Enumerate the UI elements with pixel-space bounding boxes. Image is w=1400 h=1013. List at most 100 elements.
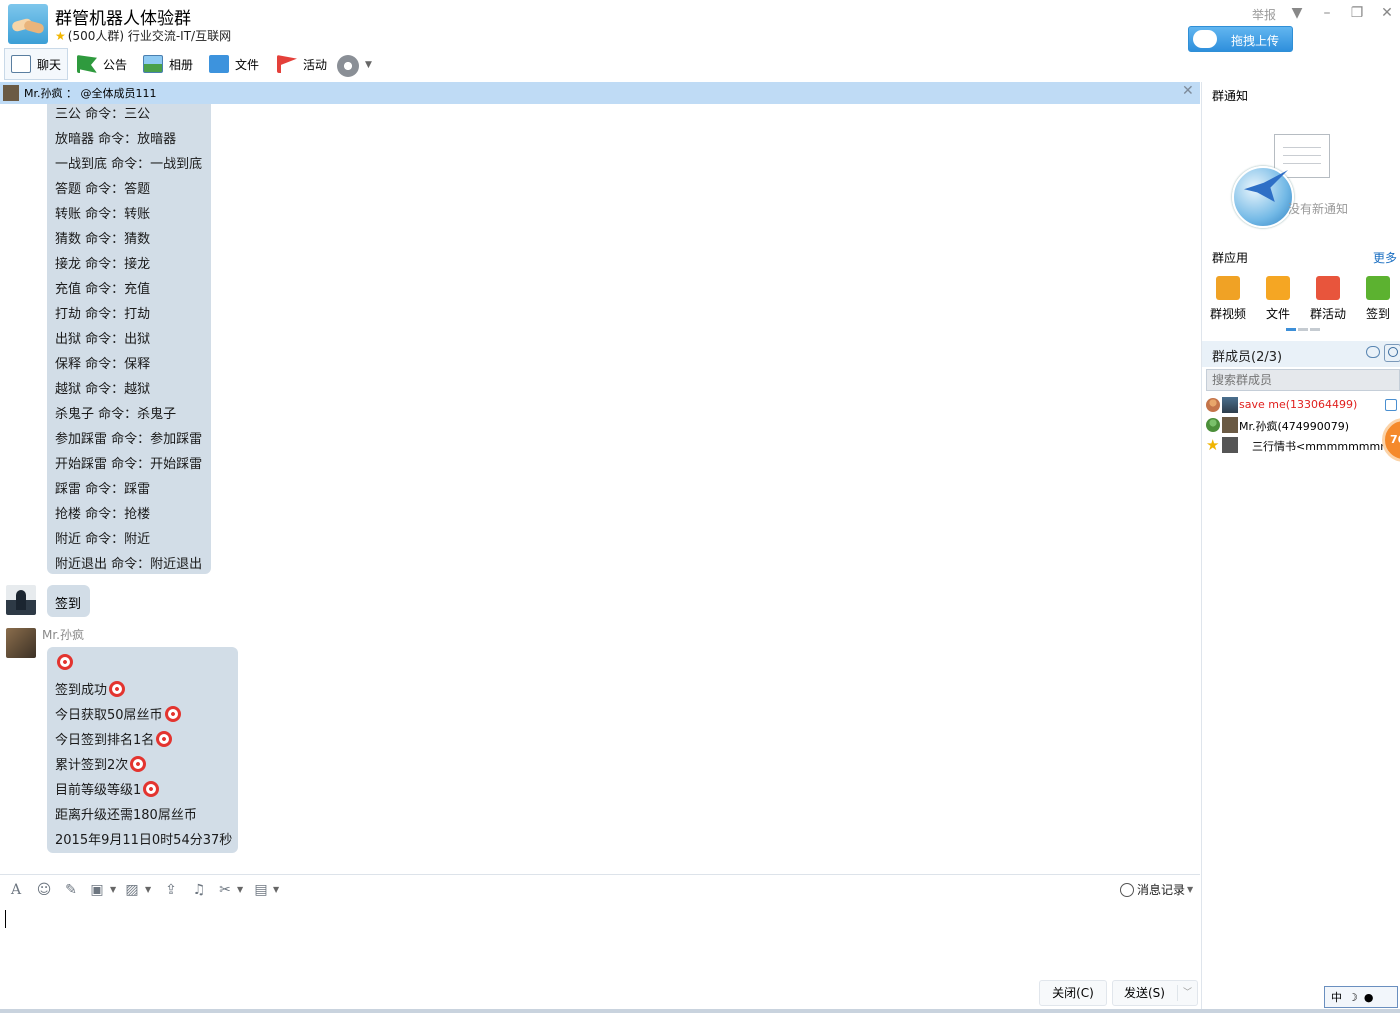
emoji-icon[interactable]: ☺ bbox=[35, 882, 53, 898]
command-line: 放暗器 命令：放暗器 bbox=[55, 132, 177, 147]
app-group-events[interactable]: 群活动 bbox=[1303, 276, 1353, 322]
group-subtitle-text: (500人群) 行业交流-IT/互联网 bbox=[67, 29, 232, 43]
owner-icon bbox=[1206, 398, 1220, 412]
lollipop-icon bbox=[156, 731, 173, 747]
avatar bbox=[1222, 397, 1238, 413]
search-icon[interactable] bbox=[1384, 344, 1400, 362]
member-name: 三行情书<mmmmmmmmm bbox=[1252, 440, 1400, 453]
close-icon[interactable]: ✕ bbox=[1182, 83, 1194, 99]
video-clip-icon[interactable]: ▣ bbox=[88, 882, 106, 898]
event-flag-icon bbox=[277, 55, 297, 73]
command-line: 抢楼 命令：抢楼 bbox=[55, 507, 151, 522]
tab-files-label: 文件 bbox=[235, 57, 260, 72]
more-link[interactable]: 更多 bbox=[1373, 249, 1397, 266]
tab-events[interactable]: 活动 bbox=[277, 48, 327, 80]
tab-chat[interactable]: 聊天 bbox=[4, 48, 68, 80]
taskbar-edge bbox=[0, 1009, 1400, 1013]
page-indicator-dot[interactable] bbox=[1310, 328, 1320, 331]
group-avatar[interactable] bbox=[8, 4, 48, 44]
message-line: 今日获取50屌丝币 bbox=[55, 704, 181, 723]
member-name: Mr.孙疯(474990079) bbox=[1239, 420, 1350, 433]
pinned-message-text: Mr.孙疯 ： @全体成员111 bbox=[24, 87, 157, 100]
dropdown-icon[interactable]: ▼ bbox=[1288, 4, 1306, 22]
member-name: save me(133064499) bbox=[1239, 398, 1358, 411]
report-link[interactable]: 举报 bbox=[1252, 6, 1276, 23]
app-signin[interactable]: 签到 bbox=[1353, 276, 1400, 322]
video-icon bbox=[1216, 276, 1240, 300]
page-indicator-dot[interactable] bbox=[1298, 328, 1308, 331]
photo-icon bbox=[143, 55, 163, 73]
command-line: 越狱 命令：越狱 bbox=[55, 382, 151, 397]
tab-album[interactable]: 相册 bbox=[143, 48, 193, 80]
chevron-down-icon[interactable]: ▼ bbox=[145, 885, 151, 894]
app-files[interactable]: 文件 bbox=[1253, 276, 1303, 322]
command-line: 附近退出 命令：附近退出 bbox=[55, 557, 203, 572]
lollipop-icon bbox=[143, 781, 160, 797]
message-line: 目前等级等级1 bbox=[55, 779, 160, 798]
chevron-down-icon[interactable]: ▼ bbox=[273, 885, 279, 894]
image-icon[interactable]: ▨ bbox=[123, 882, 141, 898]
member-item[interactable]: ★ 三行情书<mmmmmmmmm bbox=[1206, 436, 1400, 454]
tab-events-label: 活动 bbox=[303, 57, 328, 72]
scissors-icon[interactable]: ✂ bbox=[216, 882, 234, 898]
message-history-label: 消息记录 bbox=[1137, 883, 1186, 897]
upload-icon[interactable]: ⇪ bbox=[162, 882, 180, 898]
page-indicator-dot[interactable] bbox=[1286, 328, 1296, 331]
close-window-icon[interactable]: ✕ bbox=[1378, 4, 1396, 22]
chat-area[interactable]: 三公 命令：三公 放暗器 命令：放暗器 一战到底 命令：一战到底 答题 命令：答… bbox=[0, 104, 1200, 874]
tab-files[interactable]: 文件 bbox=[209, 48, 259, 80]
command-line: 出狱 命令：出狱 bbox=[55, 332, 151, 347]
chevron-down-icon[interactable]: ▼ bbox=[110, 885, 116, 894]
app-label: 群活动 bbox=[1309, 307, 1346, 321]
message-bubble: 三公 命令：三公 放暗器 命令：放暗器 一战到底 命令：一战到底 答题 命令：答… bbox=[47, 104, 211, 574]
send-button[interactable]: 发送(S) ﹀ bbox=[1112, 980, 1198, 1006]
pinned-message-banner[interactable]: Mr.孙疯 ： @全体成员111 ✕ bbox=[0, 82, 1200, 104]
folder-icon bbox=[1266, 276, 1290, 300]
text-caret bbox=[5, 910, 6, 928]
app-label: 群视频 bbox=[1209, 307, 1246, 321]
magic-icon[interactable]: ✎ bbox=[62, 882, 80, 898]
gear-icon[interactable] bbox=[337, 55, 359, 77]
star-icon: ★ bbox=[1206, 436, 1220, 454]
sender-name[interactable]: Mr.孙疯 bbox=[42, 626, 84, 643]
right-panel: 群通知 没有新通知 群应用 更多 群视频 文件 群活动 签到 群成员(2/3) … bbox=[1201, 82, 1400, 1013]
user-icon[interactable]: ● bbox=[1364, 991, 1374, 1004]
music-icon[interactable]: ♫ bbox=[190, 882, 208, 898]
font-icon[interactable]: A bbox=[7, 882, 25, 898]
message-input[interactable] bbox=[0, 904, 1200, 979]
screen-icon[interactable]: ▤ bbox=[252, 882, 270, 898]
folder-icon bbox=[209, 55, 229, 73]
chevron-down-icon[interactable]: ▼ bbox=[237, 885, 243, 894]
avatar[interactable] bbox=[6, 628, 36, 658]
lollipop-icon bbox=[57, 654, 73, 670]
avatar[interactable] bbox=[6, 585, 36, 615]
chat-bubble-icon[interactable] bbox=[1366, 346, 1380, 358]
message-line: 今日签到排名1名 bbox=[55, 729, 173, 748]
message-line: 2015年9月11日0时54分37秒 bbox=[55, 833, 233, 848]
window-header: 群管机器人体验群 ★ (500人群) 行业交流-IT/互联网 举报 ▼ – ❐ ✕… bbox=[0, 0, 1400, 52]
app-group-video[interactable]: 群视频 bbox=[1203, 276, 1253, 322]
command-line: 充值 命令：充值 bbox=[55, 282, 151, 297]
message-line: 距离升级还需180屌丝币 bbox=[55, 808, 197, 823]
minimize-icon[interactable]: – bbox=[1318, 4, 1336, 22]
chat-icon bbox=[11, 55, 31, 73]
message-history-button[interactable]: 消息记录 ▼ bbox=[1120, 881, 1193, 898]
chevron-down-icon[interactable]: ﹀ bbox=[1183, 981, 1192, 1005]
ime-toolbar[interactable]: 中 ☽ ● bbox=[1324, 986, 1398, 1008]
member-item[interactable]: Mr.孙疯(474990079) bbox=[1206, 416, 1400, 434]
close-button[interactable]: 关闭(C) bbox=[1039, 980, 1107, 1006]
moon-icon[interactable]: ☽ bbox=[1348, 991, 1358, 1004]
ime-language[interactable]: 中 bbox=[1331, 989, 1342, 1005]
no-notice-text: 没有新通知 bbox=[1288, 202, 1349, 216]
lollipop-icon bbox=[109, 681, 126, 697]
member-item[interactable]: save me(133064499) bbox=[1206, 396, 1400, 414]
tab-notice[interactable]: 公告 bbox=[77, 48, 127, 80]
chevron-down-icon: ▼ bbox=[1187, 885, 1194, 894]
tab-album-label: 相册 bbox=[169, 57, 194, 72]
member-search-input[interactable] bbox=[1206, 369, 1400, 391]
star-icon: ★ bbox=[55, 29, 66, 43]
edit-icon[interactable] bbox=[1385, 399, 1397, 411]
event-icon bbox=[1316, 276, 1340, 300]
restore-icon[interactable]: ❐ bbox=[1348, 4, 1366, 22]
chevron-down-icon[interactable]: ▼ bbox=[365, 60, 372, 70]
